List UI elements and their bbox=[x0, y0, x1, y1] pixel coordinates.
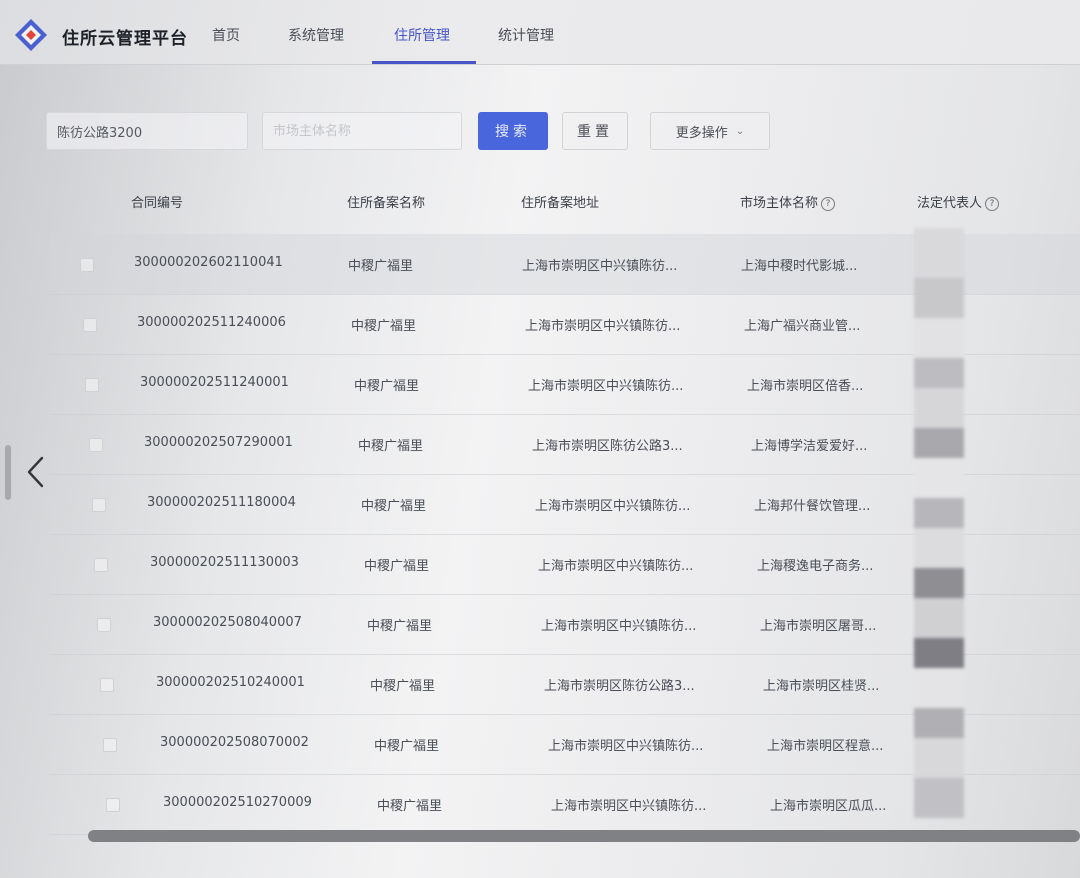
active-tab-indicator bbox=[372, 61, 476, 64]
cell-entity-name: 上海市崇明区桂贤... bbox=[763, 679, 880, 694]
cell-entity-name: 上海市崇明区程意... bbox=[767, 739, 884, 754]
cell-contract-no: 300000202511130003 bbox=[150, 555, 299, 570]
cell-filing-name: 中稷广福里 bbox=[377, 799, 443, 814]
cell-filing-name: 中稷广福里 bbox=[351, 319, 417, 334]
cell-entity-name: 上海市崇明区倍香... bbox=[747, 379, 864, 394]
app-title: 住所云管理平台 bbox=[62, 29, 188, 49]
entity-name-search-input[interactable] bbox=[262, 112, 462, 150]
cell-filing-address: 上海市崇明区中兴镇陈彷... bbox=[528, 379, 684, 394]
chevron-down-icon: ⌄ bbox=[735, 125, 745, 137]
cell-contract-no: 300000202510270009 bbox=[163, 795, 312, 810]
cell-filing-address: 上海市崇明区中兴镇陈彷... bbox=[551, 799, 707, 814]
cell-filing-name: 中稷广福里 bbox=[361, 499, 427, 514]
row-checkbox[interactable] bbox=[89, 438, 103, 452]
tab-system-management[interactable]: 系统管理 bbox=[288, 25, 344, 45]
cell-entity-name: 上海邦什餐饮管理... bbox=[754, 499, 871, 514]
cell-filing-name: 中稷广福里 bbox=[374, 739, 440, 754]
row-checkbox[interactable] bbox=[94, 558, 108, 572]
header-filing-address: 住所备案地址 bbox=[521, 196, 600, 211]
cell-filing-name: 中稷广福里 bbox=[348, 259, 414, 274]
cell-filing-address: 上海市崇明区中兴镇陈彷... bbox=[541, 619, 697, 634]
row-checkbox[interactable] bbox=[85, 378, 99, 392]
cell-contract-no: 300000202511240001 bbox=[140, 375, 289, 390]
side-panel-handle[interactable] bbox=[5, 445, 11, 500]
cell-filing-address: 上海市崇明区中兴镇陈彷... bbox=[535, 499, 691, 514]
row-checkbox[interactable] bbox=[92, 498, 106, 512]
row-checkbox[interactable] bbox=[106, 798, 120, 812]
row-checkbox[interactable] bbox=[103, 738, 117, 752]
header-entity-name: 市场主体名称? bbox=[740, 192, 836, 211]
page: 住所云管理平台 首页 系统管理 住所管理 统计管理 搜索 重置 更多操作 ⌄ 合… bbox=[0, 0, 1080, 878]
chevron-left-icon[interactable] bbox=[22, 452, 50, 492]
cell-filing-address: 上海市崇明区陈彷公路3... bbox=[544, 679, 695, 694]
cell-entity-name: 上海广福兴商业管... bbox=[744, 319, 861, 334]
cell-filing-address: 上海市崇明区中兴镇陈彷... bbox=[538, 559, 694, 574]
header-filing-name: 住所备案名称 bbox=[347, 196, 426, 211]
row-checkbox[interactable] bbox=[83, 318, 97, 332]
cell-contract-no: 300000202508040007 bbox=[153, 615, 302, 630]
tab-statistics-management[interactable]: 统计管理 bbox=[498, 25, 554, 45]
info-icon[interactable]: ? bbox=[821, 197, 836, 211]
cell-contract-no: 300000202507290001 bbox=[144, 435, 293, 450]
header-entity-name-label: 市场主体名称 bbox=[740, 196, 819, 211]
cell-entity-name: 上海中稷时代影城... bbox=[741, 259, 858, 274]
row-checkbox[interactable] bbox=[100, 678, 114, 692]
more-actions-label: 更多操作 bbox=[675, 125, 728, 141]
cell-filing-name: 中稷广福里 bbox=[354, 379, 420, 394]
row-checkbox[interactable] bbox=[80, 258, 94, 272]
reset-button[interactable]: 重置 bbox=[562, 112, 628, 150]
cell-contract-no: 300000202511180004 bbox=[147, 495, 296, 510]
cell-contract-no: 300000202511240006 bbox=[137, 315, 286, 330]
legal-rep-mosaic bbox=[914, 228, 964, 838]
cell-contract-no: 300000202602110041 bbox=[134, 255, 283, 270]
cell-contract-no: 300000202510240001 bbox=[156, 675, 305, 690]
cell-contract-no: 300000202508070002 bbox=[160, 735, 309, 750]
more-actions-dropdown[interactable]: 更多操作 ⌄ bbox=[650, 112, 770, 150]
cell-filing-address: 上海市崇明区中兴镇陈彷... bbox=[525, 319, 681, 334]
cell-entity-name: 上海市崇明区屠哥... bbox=[760, 619, 877, 634]
cell-filing-name: 中稷广福里 bbox=[358, 439, 424, 454]
cell-filing-address: 上海市崇明区陈彷公路3... bbox=[532, 439, 683, 454]
top-navbar: 住所云管理平台 首页 系统管理 住所管理 统计管理 bbox=[0, 0, 1080, 65]
cell-filing-name: 中稷广福里 bbox=[370, 679, 436, 694]
info-icon[interactable]: ? bbox=[985, 197, 1000, 211]
header-legal-rep-label: 法定代表人 bbox=[917, 196, 983, 211]
tab-residence-management[interactable]: 住所管理 bbox=[394, 25, 450, 45]
cell-filing-address: 上海市崇明区中兴镇陈彷... bbox=[548, 739, 704, 754]
header-legal-rep: 法定代表人? bbox=[917, 192, 1000, 211]
cell-filing-address: 上海市崇明区中兴镇陈彷... bbox=[522, 259, 678, 274]
cell-filing-name: 中稷广福里 bbox=[364, 559, 430, 574]
header-contract-no: 合同编号 bbox=[131, 196, 184, 211]
row-checkbox[interactable] bbox=[97, 618, 111, 632]
cell-entity-name: 上海博学洁爱爱好... bbox=[751, 439, 868, 454]
tab-home[interactable]: 首页 bbox=[212, 25, 240, 45]
logo-icon bbox=[15, 19, 47, 51]
horizontal-scrollbar[interactable] bbox=[88, 830, 1080, 842]
cell-filing-name: 中稷广福里 bbox=[367, 619, 433, 634]
search-button[interactable]: 搜索 bbox=[478, 112, 548, 150]
cell-entity-name: 上海稷逸电子商务... bbox=[757, 559, 874, 574]
cell-entity-name: 上海市崇明区瓜瓜... bbox=[770, 799, 887, 814]
address-search-input[interactable] bbox=[46, 112, 248, 150]
